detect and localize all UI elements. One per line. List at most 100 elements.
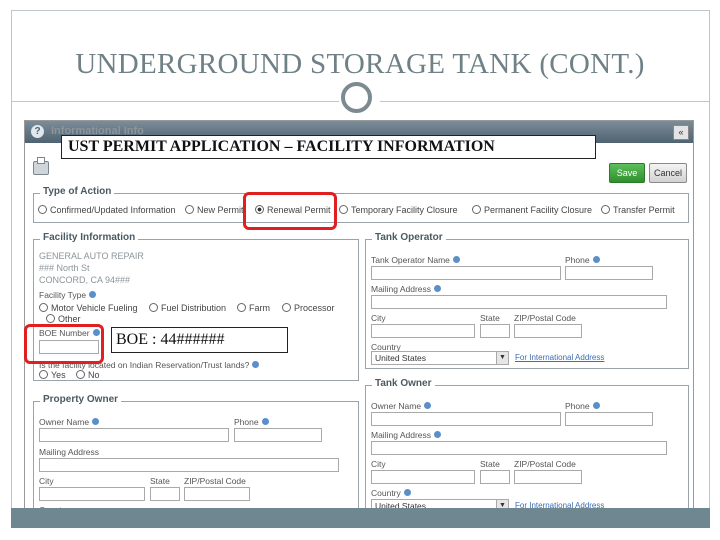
help-icon[interactable] bbox=[452, 256, 460, 263]
action-new-permit[interactable]: New Permit bbox=[185, 205, 244, 215]
title-rule-left bbox=[11, 101, 339, 102]
type-of-action-title: Type of Action bbox=[40, 186, 115, 197]
tank-owner-zip-input[interactable] bbox=[514, 470, 582, 484]
property-owner-group: Property Owner Owner Name Phone Mailing … bbox=[33, 394, 359, 515]
slide-bottom-band bbox=[11, 508, 710, 528]
facility-type-other[interactable]: Other bbox=[46, 314, 81, 324]
option-label: Motor Vehicle Fueling bbox=[51, 303, 138, 313]
property-owner-mailing-input[interactable] bbox=[39, 458, 339, 472]
tank-operator-title: Tank Operator bbox=[372, 232, 446, 243]
tank-operator-country-select[interactable]: United States bbox=[371, 351, 509, 365]
radio-icon[interactable] bbox=[601, 205, 610, 214]
save-button[interactable]: Save bbox=[609, 163, 645, 183]
property-owner-city-input[interactable] bbox=[39, 487, 145, 501]
radio-icon[interactable] bbox=[39, 370, 48, 379]
radio-icon[interactable] bbox=[185, 205, 194, 214]
application-title-callout: UST PERMIT APPLICATION – FACILITY INFORM… bbox=[61, 135, 596, 159]
property-owner-state-input[interactable] bbox=[150, 487, 180, 501]
help-icon[interactable] bbox=[403, 489, 411, 496]
radio-icon[interactable] bbox=[149, 303, 158, 312]
help-icon[interactable] bbox=[592, 402, 600, 409]
radio-icon[interactable] bbox=[38, 205, 47, 214]
reservation-no[interactable]: No bbox=[76, 370, 100, 380]
action-confirmed-updated[interactable]: Confirmed/Updated Information bbox=[38, 205, 176, 215]
tank-operator-group: Tank Operator Tank Operator Name Phone M… bbox=[365, 232, 689, 369]
radio-icon[interactable] bbox=[472, 205, 481, 214]
mailing-text: Mailing Address bbox=[371, 430, 432, 440]
property-owner-name-input[interactable] bbox=[39, 428, 229, 442]
property-owner-title: Property Owner bbox=[40, 394, 122, 405]
action-permanent-closure[interactable]: Permanent Facility Closure bbox=[472, 205, 592, 215]
facility-city: CONCORD, CA 94### bbox=[39, 275, 131, 285]
tank-owner-state-input[interactable] bbox=[480, 470, 510, 484]
facility-type-fuel-distribution[interactable]: Fuel Distribution bbox=[149, 303, 226, 313]
owner-name-text: Owner Name bbox=[371, 401, 422, 411]
facility-type-text: Facility Type bbox=[39, 290, 87, 300]
option-label: Fuel Distribution bbox=[161, 303, 227, 313]
action-temporary-closure[interactable]: Temporary Facility Closure bbox=[339, 205, 458, 215]
property-owner-zip-input[interactable] bbox=[184, 487, 250, 501]
phone-text: Phone bbox=[565, 401, 590, 411]
tank-owner-city-label: City bbox=[371, 459, 386, 469]
tank-owner-title: Tank Owner bbox=[372, 378, 435, 389]
tank-owner-group: Tank Owner Owner Name Phone Mailing Addr… bbox=[365, 378, 689, 515]
action-transfer-permit[interactable]: Transfer Permit bbox=[601, 205, 675, 215]
tank-owner-name-input[interactable] bbox=[371, 412, 561, 426]
title-circle-ornament bbox=[341, 82, 372, 113]
phone-text: Phone bbox=[565, 255, 590, 265]
option-label: No bbox=[88, 370, 100, 380]
tank-owner-city-input[interactable] bbox=[371, 470, 475, 484]
help-icon[interactable] bbox=[592, 256, 600, 263]
phone-text: Phone bbox=[234, 417, 259, 427]
help-icon[interactable] bbox=[89, 291, 97, 298]
radio-icon[interactable] bbox=[76, 370, 85, 379]
tank-operator-intl-link[interactable]: For International Address bbox=[515, 353, 604, 362]
tank-operator-city-input[interactable] bbox=[371, 324, 475, 338]
tank-owner-name-label: Owner Name bbox=[371, 401, 432, 411]
cancel-button[interactable]: Cancel bbox=[649, 163, 687, 183]
option-label: Processor bbox=[294, 303, 335, 313]
tank-operator-phone-input[interactable] bbox=[565, 266, 653, 280]
tank-operator-city-label: City bbox=[371, 313, 386, 323]
tank-operator-name-input[interactable] bbox=[371, 266, 561, 280]
facility-type-farm[interactable]: Farm bbox=[237, 303, 270, 313]
property-owner-zip-label: ZIP/Postal Code bbox=[184, 476, 246, 486]
option-label: Transfer Permit bbox=[613, 205, 675, 215]
radio-icon[interactable] bbox=[39, 303, 48, 312]
help-icon[interactable] bbox=[434, 431, 442, 438]
radio-icon[interactable] bbox=[339, 205, 348, 214]
tank-owner-mailing-label: Mailing Address bbox=[371, 430, 442, 440]
tank-owner-phone-input[interactable] bbox=[565, 412, 653, 426]
operator-name-text: Tank Operator Name bbox=[371, 255, 450, 265]
help-icon[interactable] bbox=[434, 285, 442, 292]
radio-icon[interactable] bbox=[46, 314, 55, 323]
option-label: New Permit bbox=[197, 205, 244, 215]
collapse-icon[interactable]: « bbox=[673, 125, 689, 140]
property-owner-name-label: Owner Name bbox=[39, 417, 100, 427]
facility-type-label: Facility Type bbox=[39, 290, 97, 300]
help-icon[interactable] bbox=[261, 418, 269, 425]
help-icon[interactable]: ? bbox=[31, 125, 44, 138]
tank-operator-zip-input[interactable] bbox=[514, 324, 582, 338]
radio-icon[interactable] bbox=[237, 303, 246, 312]
facility-type-motor-vehicle[interactable]: Motor Vehicle Fueling bbox=[39, 303, 138, 313]
option-label: Farm bbox=[249, 303, 270, 313]
help-icon[interactable] bbox=[252, 361, 260, 368]
tank-operator-mailing-input[interactable] bbox=[371, 295, 667, 309]
tank-operator-state-input[interactable] bbox=[480, 324, 510, 338]
property-owner-phone-input[interactable] bbox=[234, 428, 322, 442]
tank-owner-state-label: State bbox=[480, 459, 500, 469]
facility-type-processor[interactable]: Processor bbox=[282, 303, 335, 313]
help-icon[interactable] bbox=[92, 418, 100, 425]
reservation-yes[interactable]: Yes bbox=[39, 370, 66, 380]
tank-operator-mailing-label: Mailing Address bbox=[371, 284, 442, 294]
form-screenshot: ? Informational Info « Save Cancel Type … bbox=[24, 120, 694, 516]
tank-owner-country-label: Country bbox=[371, 488, 411, 498]
title-rule-right bbox=[380, 101, 710, 102]
boe-number-highlight bbox=[24, 324, 104, 364]
tank-operator-phone-label: Phone bbox=[565, 255, 600, 265]
printer-icon[interactable] bbox=[33, 157, 49, 175]
tank-owner-mailing-input[interactable] bbox=[371, 441, 667, 455]
radio-icon[interactable] bbox=[282, 303, 291, 312]
help-icon[interactable] bbox=[424, 402, 432, 409]
